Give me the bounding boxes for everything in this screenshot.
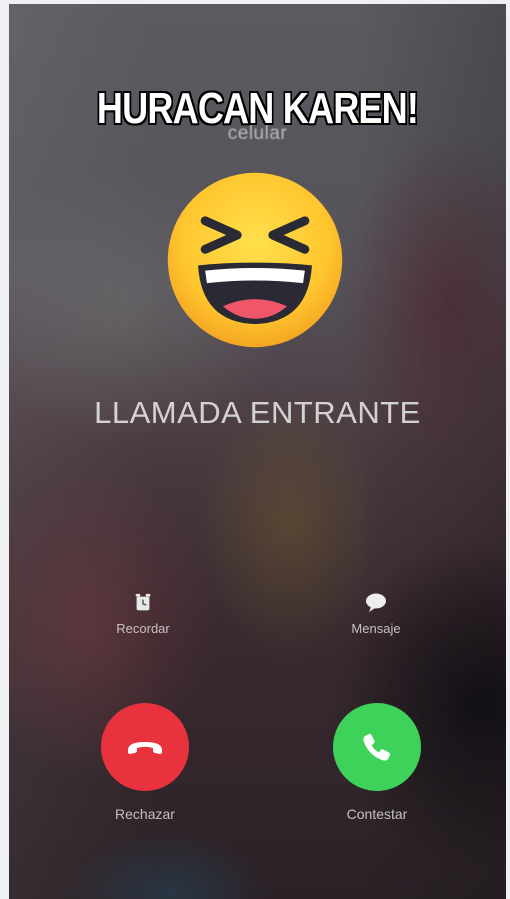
decline-button[interactable] [101, 703, 189, 791]
message-label: Mensaje [351, 621, 401, 636]
message-action[interactable]: Mensaje [316, 591, 436, 636]
call-status: LLAMADA ENTRANTE [94, 395, 421, 430]
laughing-face-icon [167, 172, 343, 348]
alarm-clock-icon [135, 593, 151, 611]
remind-label: Recordar [116, 621, 170, 636]
decline-label: Rechazar [115, 806, 175, 822]
answer-label: Contestar [346, 806, 408, 822]
incoming-call-screen: celular HURACAN KAREN! LLAMADA ENTRANTE … [9, 4, 506, 899]
answer-button[interactable] [333, 703, 421, 791]
caller-name: HURACAN KAREN! [96, 83, 420, 134]
hang-up-phone-icon [128, 742, 162, 754]
remind-action[interactable]: Recordar [83, 591, 203, 636]
phone-icon [363, 733, 391, 761]
speech-bubble-icon [366, 593, 386, 612]
